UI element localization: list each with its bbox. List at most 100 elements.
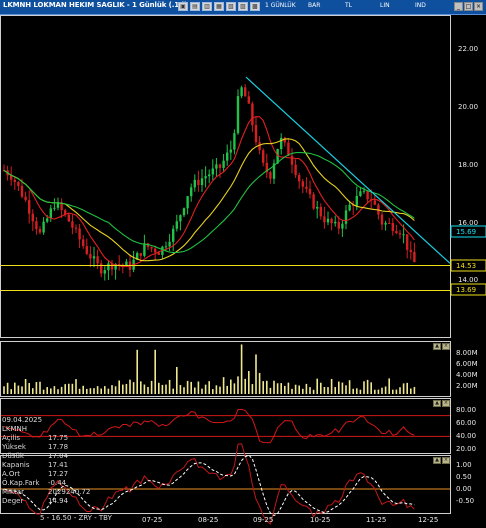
- rsi-tick: 20.00: [456, 445, 476, 453]
- volume-bar: [208, 381, 210, 394]
- candle-body: [312, 194, 315, 209]
- price-badges: 15.69 14.53 13.69: [450, 225, 486, 296]
- volume-bar: [60, 386, 63, 394]
- candle-body: [211, 168, 214, 175]
- candle-body: [82, 239, 85, 247]
- volume-bar: [42, 389, 45, 394]
- rsi-panel-settings-button[interactable]: ▲: [433, 400, 441, 407]
- macd-tick: 0.00: [456, 485, 472, 493]
- candle-body: [125, 261, 128, 266]
- info-row: Yüksek 17.78: [2, 443, 69, 451]
- volume-bar: [392, 389, 394, 394]
- candle-body: [330, 218, 333, 224]
- candle-body: [334, 221, 337, 224]
- candle-body: [67, 214, 70, 222]
- badge-trend-value: 15.69: [456, 228, 476, 236]
- volume-bar: [96, 386, 99, 394]
- volume-bar: [39, 381, 41, 394]
- candle-body: [391, 223, 394, 232]
- candle-body: [71, 221, 74, 228]
- volume-bar: [143, 384, 146, 394]
- volume-bar: [363, 381, 365, 394]
- candle-body: [229, 149, 232, 153]
- candle-body: [204, 176, 207, 179]
- volume-bar: [150, 380, 153, 394]
- candle-body: [244, 87, 247, 97]
- macd-panel-settings-button[interactable]: ▲: [433, 457, 441, 464]
- candle-body: [308, 188, 312, 195]
- volume-bar: [233, 383, 236, 394]
- volume-bar: [107, 388, 110, 394]
- time-axis: 07-25 08-25 09-25 10-25 11-25 12-25: [142, 516, 438, 524]
- volume-bar: [154, 349, 156, 394]
- price-chart: [1, 76, 451, 291]
- candle-body: [398, 233, 402, 235]
- volume-bar: [68, 383, 70, 394]
- volume-bar: [46, 387, 48, 394]
- volume-bar: [168, 379, 171, 394]
- volume-bar: [21, 386, 23, 394]
- candle-body: [258, 142, 261, 151]
- info-symbol: LKMNH: [2, 425, 28, 433]
- price-tick: 22.00: [458, 45, 478, 53]
- volume-panel-close-button[interactable]: ×: [442, 343, 450, 350]
- volume-bar: [381, 387, 383, 394]
- volume-chart: [3, 344, 416, 394]
- volume-bar: [341, 382, 344, 394]
- candle-body: [373, 200, 376, 205]
- volume-bar: [334, 387, 336, 394]
- volume-bar: [255, 354, 257, 394]
- candle-body: [215, 164, 218, 169]
- candle-body: [175, 221, 178, 229]
- badge-last-value: 14.53: [456, 262, 476, 270]
- macd-tick: -0.50: [456, 497, 474, 505]
- candle-body: [344, 210, 348, 224]
- price-tick: 14.00: [458, 276, 478, 284]
- candle-body: [200, 178, 204, 186]
- macd-panel-close-button[interactable]: ×: [442, 457, 450, 464]
- volume-bar: [176, 366, 178, 394]
- volume-bar: [374, 389, 376, 394]
- price-tick: 20.00: [458, 103, 478, 111]
- volume-panel-settings-button[interactable]: ▲: [433, 343, 441, 350]
- volume-bar: [17, 385, 20, 394]
- volume-bar: [140, 381, 142, 394]
- volume-bar: [215, 385, 218, 394]
- volume-bar: [197, 381, 200, 394]
- candle-body: [197, 179, 200, 186]
- candle-body: [85, 246, 88, 254]
- candle-body: [251, 103, 254, 126]
- volume-bar: [104, 386, 106, 394]
- candle-body: [236, 96, 240, 134]
- candle-body: [413, 251, 416, 263]
- volume-bar: [330, 378, 333, 394]
- rsi-panel-close-button[interactable]: ×: [442, 400, 450, 407]
- macd-axis: 1.00 0.50 0.00 -0.50: [456, 461, 474, 505]
- time-label: 07-25: [142, 516, 162, 524]
- volume-bar: [136, 349, 138, 394]
- volume-tick: 8.00M: [456, 349, 478, 357]
- candle-body: [380, 214, 384, 225]
- volume-bar: [32, 388, 34, 394]
- volume-bar: [129, 379, 131, 394]
- volume-bar: [377, 389, 380, 394]
- volume-bar: [132, 382, 135, 394]
- candle-body: [222, 160, 225, 168]
- candle-body: [218, 164, 222, 168]
- rsi-tick: 80.00: [456, 406, 476, 414]
- volume-bar: [50, 388, 52, 394]
- price-panel-border: [0, 15, 451, 338]
- volume-bar: [147, 386, 149, 394]
- volume-bar: [194, 387, 196, 394]
- candle-body: [395, 231, 398, 234]
- candle-body: [240, 87, 243, 97]
- info-row: Düsük 17.04: [2, 452, 69, 460]
- candle-body: [355, 195, 358, 206]
- candle-body: [139, 253, 142, 256]
- candle-body: [24, 196, 27, 201]
- volume-bar: [3, 386, 5, 394]
- volume-bar: [276, 383, 279, 394]
- volume-bar: [125, 383, 128, 394]
- volume-bar: [309, 387, 311, 394]
- volume-bar: [244, 378, 246, 394]
